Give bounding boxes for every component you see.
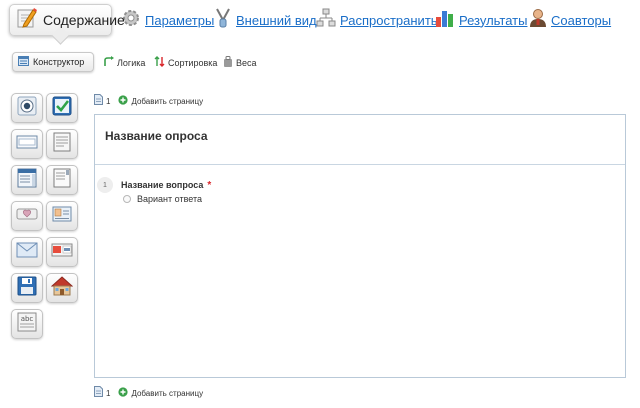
text-label-glyph: abc	[21, 315, 34, 323]
question-title[interactable]: Название вопроса *	[121, 180, 211, 191]
top-navigation: Содержание Параметры Внешний вид Распрос…	[0, 0, 640, 44]
subtab-logic-label: Логика	[117, 58, 146, 68]
palette-radio-button[interactable]	[11, 93, 43, 123]
tab-appearance-label: Внешний вид	[236, 12, 317, 28]
weight-icon	[223, 54, 233, 72]
tab-distribute[interactable]: Распространить	[316, 8, 438, 33]
add-page-label: Добавить страницу	[131, 96, 204, 106]
add-page-button[interactable]: Добавить страницу	[118, 384, 203, 402]
user-icon	[529, 8, 547, 33]
email-icon	[16, 242, 38, 263]
text-field-icon	[16, 135, 38, 154]
page-number[interactable]: 1	[106, 389, 110, 398]
form-builder-icon	[18, 53, 29, 71]
palette-list-box[interactable]	[46, 165, 78, 195]
slider-rating-icon	[16, 207, 38, 226]
palette-slider-rating[interactable]	[11, 201, 43, 231]
survey-header: Название опроса	[95, 115, 625, 165]
subtab-weights[interactable]: Веса	[223, 56, 257, 70]
tab-parameters[interactable]: Параметры	[121, 9, 214, 31]
tab-appearance[interactable]: Внешний вид	[214, 8, 317, 33]
palette-home[interactable]	[46, 273, 78, 303]
answer-label: Вариант ответа	[137, 194, 202, 204]
page-bar-bottom: 1 Добавить страницу	[94, 386, 203, 400]
survey-title[interactable]: Название опроса	[105, 129, 208, 143]
subtab-logic[interactable]: Логика	[103, 56, 145, 70]
palette-checkbox[interactable]	[46, 93, 78, 123]
add-page-label: Добавить страницу	[131, 388, 204, 398]
palette-text-area[interactable]	[46, 129, 78, 159]
subtab-sorting-label: Сортировка	[168, 58, 218, 68]
tab-content[interactable]: Содержание	[9, 4, 125, 36]
tab-coauthors-label: Соавторы	[551, 12, 612, 28]
contact-card-icon	[52, 206, 72, 227]
palette-text-label[interactable]: abc	[11, 309, 43, 339]
palette-contact-card[interactable]	[46, 201, 78, 231]
answer-option[interactable]: Вариант ответа	[123, 194, 202, 204]
list-box-icon	[53, 168, 71, 193]
dropdown-list-icon	[17, 168, 37, 193]
add-page-button[interactable]: Добавить страницу	[118, 92, 203, 110]
palette-date[interactable]	[46, 237, 78, 267]
radio-button-icon	[17, 96, 37, 121]
tab-parameters-label: Параметры	[145, 12, 215, 28]
tab-coauthors[interactable]: Соавторы	[529, 8, 612, 33]
palette-dropdown-list[interactable]	[11, 165, 43, 195]
page-icon	[94, 384, 103, 402]
tab-results-label: Результаты	[459, 12, 528, 28]
subtab-constructor-label: Конструктор	[33, 57, 85, 67]
save-icon	[17, 276, 37, 301]
tab-content-label: Содержание	[43, 12, 125, 28]
plus-icon	[118, 384, 129, 402]
palette-save[interactable]	[11, 273, 43, 303]
subtab-weights-label: Веса	[236, 58, 257, 68]
plus-icon	[118, 92, 129, 110]
page-bar-top: 1 Добавить страницу	[94, 94, 203, 108]
checkbox-icon	[52, 96, 72, 121]
text-area-icon	[53, 132, 71, 157]
required-mark: *	[207, 180, 212, 191]
content-edit-icon	[16, 7, 38, 34]
survey-canvas: Название опроса 1 Название вопроса * Вари…	[94, 114, 626, 378]
palette-email[interactable]	[11, 237, 43, 267]
network-icon	[316, 8, 336, 33]
bar-chart-icon	[435, 8, 455, 33]
question-title-text: Название вопроса	[121, 180, 204, 190]
home-icon	[50, 275, 74, 301]
sort-icon	[154, 54, 165, 72]
brush-icon	[214, 8, 232, 33]
sub-navigation: Конструктор Логика Сортировка Веса	[0, 50, 640, 76]
subtab-sorting[interactable]: Сортировка	[154, 56, 217, 70]
text-label-icon: abc	[17, 312, 37, 337]
tab-distribute-label: Распространить	[340, 12, 438, 28]
page-number[interactable]: 1	[106, 97, 110, 106]
tab-results[interactable]: Результаты	[435, 9, 527, 31]
logic-branch-icon	[103, 54, 114, 72]
palette-text-field[interactable]	[11, 129, 43, 159]
answer-radio[interactable]	[123, 195, 131, 203]
date-icon	[51, 243, 73, 262]
subtab-constructor[interactable]: Конструктор	[12, 52, 94, 72]
question-number: 1	[97, 177, 113, 193]
page-icon	[94, 92, 103, 110]
